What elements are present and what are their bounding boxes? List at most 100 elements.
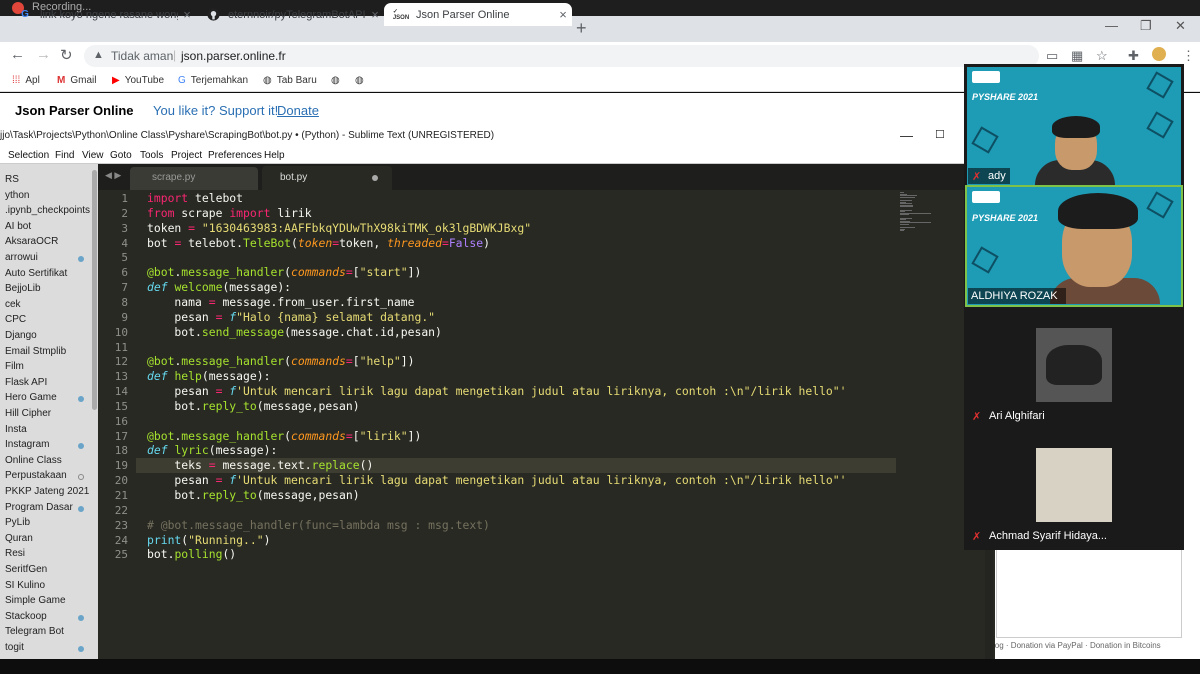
- sidebar-item[interactable]: ython: [5, 190, 29, 201]
- bookmark-youtube[interactable]: ▶ YouTube: [112, 75, 164, 86]
- footer-links[interactable]: log · Donation via PayPal · Donation in …: [993, 641, 1161, 650]
- sidebar-item[interactable]: Instagram: [5, 439, 49, 450]
- url-text[interactable]: json.parser.online.fr: [181, 49, 286, 63]
- bookmark-translate[interactable]: G Terjemahkan: [178, 75, 248, 86]
- bookmark-tab-baru[interactable]: ◍ Tab Baru: [263, 75, 317, 86]
- menu-tools[interactable]: Tools: [140, 150, 163, 161]
- security-label[interactable]: Tidak aman: [111, 49, 173, 63]
- code-line[interactable]: @bot.message_handler(commands=["help"]): [147, 354, 415, 368]
- code-line[interactable]: # @bot.message_handler(func=lambda msg :…: [147, 518, 490, 532]
- line-number: 12: [114, 355, 128, 369]
- donate-link[interactable]: Donate: [277, 103, 319, 118]
- sidebar-item[interactable]: CPC: [5, 314, 26, 325]
- sidebar-item[interactable]: togit: [5, 642, 24, 653]
- sidebar-item[interactable]: Telegram Bot: [5, 626, 64, 637]
- code-line[interactable]: @bot.message_handler(commands=["lirik"]): [147, 429, 421, 443]
- sidebar-item[interactable]: Quran: [5, 533, 33, 544]
- bookmark-globe-1[interactable]: ◍: [331, 75, 345, 86]
- bookmark-globe-2[interactable]: ◍: [355, 75, 369, 86]
- sidebar-item[interactable]: cek: [5, 299, 21, 310]
- menu-icon[interactable]: ⋮: [1182, 48, 1195, 64]
- sidebar-item[interactable]: Hill Cipher: [5, 408, 51, 419]
- code-line[interactable]: def help(message):: [147, 369, 270, 383]
- sidebar-item[interactable]: Stackoop: [5, 611, 47, 622]
- sidebar-item[interactable]: RS: [5, 174, 19, 185]
- sidebar-item[interactable]: Hero Game: [5, 392, 57, 403]
- menu-help[interactable]: Help: [264, 150, 285, 161]
- star-icon[interactable]: ☆: [1096, 48, 1108, 64]
- sidebar-item[interactable]: arrowui: [5, 252, 38, 263]
- code-line[interactable]: bot.reply_to(message,pesan): [147, 488, 359, 502]
- sidebar-item[interactable]: Film: [5, 361, 24, 372]
- json-output-box[interactable]: [996, 548, 1182, 638]
- browser-tab-github[interactable]: eternnoir/pyTelegramBotAPI: Py ×: [196, 3, 384, 26]
- close-icon[interactable]: ×: [178, 7, 196, 22]
- close-icon[interactable]: ×: [554, 7, 572, 22]
- sidebar-item[interactable]: SI Kulino: [5, 580, 45, 591]
- sidebar-item[interactable]: Resi: [5, 548, 25, 559]
- slide-title: PYSHARE 2021: [972, 92, 1039, 102]
- code-line[interactable]: @bot.message_handler(commands=["start"]): [147, 265, 421, 279]
- code-line[interactable]: token = "1630463983:AAFFbkqYDUwThX98kiTM…: [147, 221, 531, 235]
- warning-icon[interactable]: ▲: [93, 49, 104, 61]
- code-line[interactable]: def lyric(message):: [147, 443, 277, 457]
- menu-preferences[interactable]: Preferences: [208, 150, 262, 161]
- extensions-icon[interactable]: ✚: [1128, 48, 1139, 64]
- sidebar-item[interactable]: Online Class: [5, 455, 62, 466]
- menu-selection[interactable]: Selection: [8, 150, 49, 161]
- close-icon[interactable]: ×: [366, 7, 384, 22]
- sidebar-item[interactable]: Perpustakaan: [5, 470, 67, 481]
- menu-project[interactable]: Project: [171, 150, 202, 161]
- sidebar-item[interactable]: SeritfGen: [5, 564, 47, 575]
- code-line[interactable]: pesan = f'Untuk mencari lirik lagu dapat…: [147, 473, 846, 487]
- menu-goto[interactable]: Goto: [110, 150, 132, 161]
- bookmark-gmail[interactable]: M Gmail: [57, 75, 96, 86]
- code-line[interactable]: bot.reply_to(message,pesan): [147, 399, 359, 413]
- sidebar-item[interactable]: PyLib: [5, 517, 30, 528]
- code-line[interactable]: pesan = f"Halo {nama} selamat datang.": [147, 310, 435, 324]
- menu-view[interactable]: View: [82, 150, 104, 161]
- code-line[interactable]: bot = telebot.TeleBot(token=token, threa…: [147, 236, 490, 250]
- code-line[interactable]: pesan = f'Untuk mencari lirik lagu dapat…: [147, 384, 846, 398]
- reload-button[interactable]: ↻: [60, 46, 73, 64]
- sidebar-item[interactable]: Auto Sertifikat: [5, 268, 67, 279]
- sidebar-item[interactable]: PKKP Jateng 2021: [5, 486, 89, 497]
- minimize-icon[interactable]: —: [1105, 18, 1118, 33]
- sidebar-item[interactable]: Email Stmplib: [5, 346, 66, 357]
- sidebar-item[interactable]: .ipynb_checkpoints: [5, 205, 90, 216]
- cast-icon[interactable]: ▭: [1046, 48, 1058, 64]
- bookmark-apps[interactable]: ⁞⁞⁞ Apl: [12, 75, 40, 86]
- new-tab-button[interactable]: +: [576, 18, 587, 39]
- unsaved-dot-icon[interactable]: [372, 175, 378, 181]
- qr-icon[interactable]: ▦: [1071, 48, 1083, 64]
- line-number: 6: [121, 266, 128, 280]
- tab-nav-arrows[interactable]: ◀ ▶: [105, 170, 121, 181]
- sidebar-item[interactable]: Simple Game: [5, 595, 66, 606]
- back-button[interactable]: ←: [10, 46, 25, 63]
- sidebar-item[interactable]: BejjoLib: [5, 283, 41, 294]
- code-line[interactable]: def welcome(message):: [147, 280, 291, 294]
- sidebar-item[interactable]: Django: [5, 330, 37, 341]
- menu-find[interactable]: Find: [55, 150, 74, 161]
- code-line[interactable]: from scrape import lirik: [147, 206, 312, 220]
- restore-icon[interactable]: ❐: [1140, 18, 1152, 34]
- forward-button[interactable]: →: [36, 46, 51, 63]
- sidebar-item[interactable]: Program Dasar: [5, 502, 73, 513]
- sidebar-item[interactable]: AksaraOCR: [5, 236, 58, 247]
- maximize-icon[interactable]: ☐: [935, 128, 945, 141]
- profile-avatar[interactable]: [1152, 47, 1166, 61]
- sidebar-item[interactable]: Flask API: [5, 377, 47, 388]
- minimize-icon[interactable]: —: [900, 128, 913, 143]
- sidebar-scrollbar[interactable]: [92, 170, 97, 410]
- code-line[interactable]: import telebot: [147, 191, 243, 205]
- browser-tab-json-parser[interactable]: ✓ JSON Json Parser Online ×: [384, 3, 572, 26]
- code-line[interactable]: nama = message.from_user.first_name: [147, 295, 414, 309]
- code-line[interactable]: teks = message.text.replace(): [147, 458, 373, 472]
- code-line[interactable]: bot.send_message(message.chat.id,pesan): [147, 325, 441, 339]
- code-line[interactable]: print("Running.."): [147, 533, 270, 547]
- sidebar-item[interactable]: Insta: [5, 424, 27, 435]
- browser-tab-search[interactable]: G lirik koyo ngene rasane wong ra ×: [8, 3, 196, 26]
- sidebar-item[interactable]: AI bot: [5, 221, 31, 232]
- close-window-icon[interactable]: ✕: [1175, 18, 1186, 34]
- code-line[interactable]: bot.polling(): [147, 547, 236, 561]
